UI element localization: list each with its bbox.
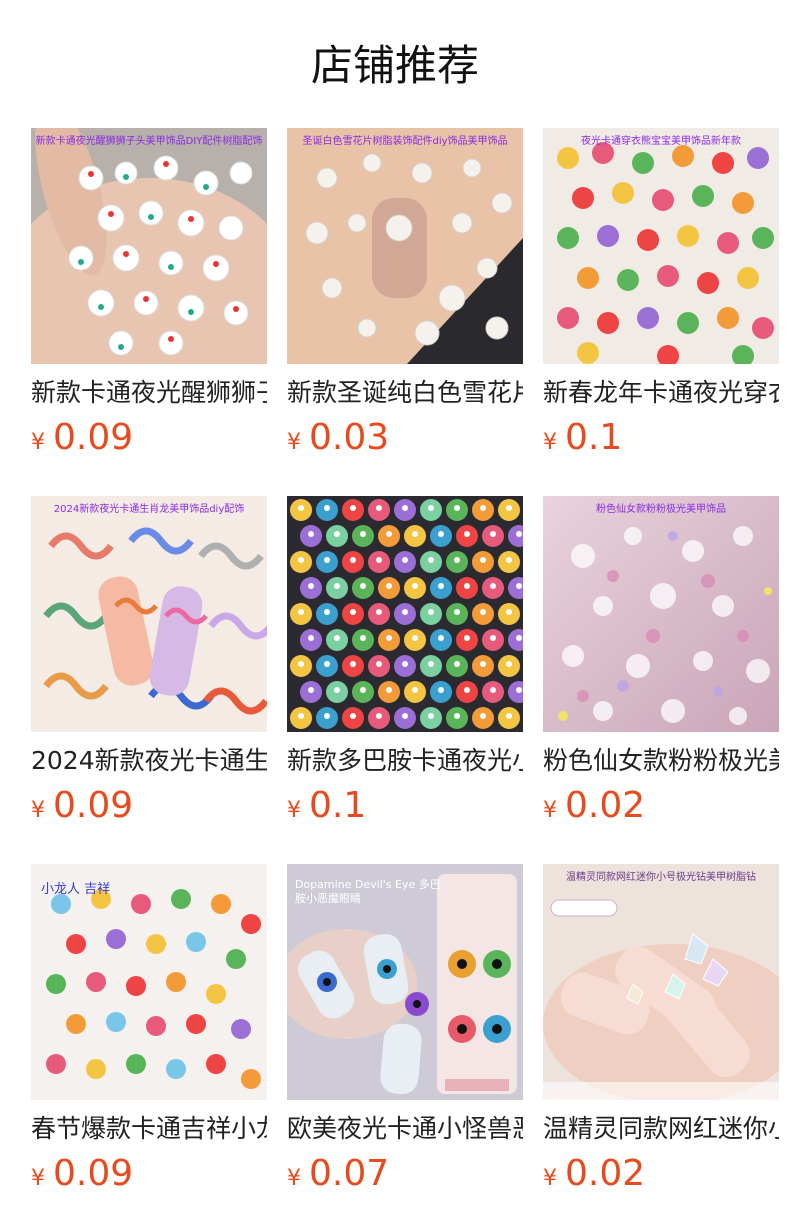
currency-symbol: ¥ (543, 798, 557, 823)
product-name[interactable]: 新春龙年卡通夜光穿衣熊宝宝美甲饰品 (543, 376, 779, 410)
product-card[interactable]: 温精灵同款网红迷你小号极光钻美甲树脂钻 温精灵同款网红迷你小号极光钻美甲 ¥ 0… (543, 864, 779, 1232)
product-card[interactable]: 2024新款夜光卡通生肖龙美甲饰品diy配饰 2024新款夜光卡通生肖龙美甲饰品… (31, 496, 267, 864)
image-caption: 夜光卡通穿衣熊宝宝美甲饰品新年款 (581, 136, 741, 147)
product-price: ¥ 0.09 (31, 784, 267, 833)
product-price: ¥ 0.03 (287, 416, 523, 465)
product-card[interactable]: 新款卡通夜光醒狮狮子头美甲饰品DIY配件树脂配饰 新款卡通夜光醒狮狮子头美甲饰品… (31, 128, 267, 496)
product-image[interactable]: 小龙人 吉祥 (31, 864, 267, 1100)
currency-symbol: ¥ (543, 430, 557, 455)
product-card[interactable]: Dopamine Devil's Eye 多巴胺小恶魔眼睛 欧美夜光卡通小怪兽恶… (287, 864, 523, 1232)
currency-symbol: ¥ (543, 1166, 557, 1191)
currency-symbol: ¥ (31, 1166, 45, 1191)
product-name[interactable]: 欧美夜光卡通小怪兽恶魔眼睛美甲饰品 (287, 1112, 523, 1146)
product-image[interactable]: Dopamine Devil's Eye 多巴胺小恶魔眼睛 (287, 864, 523, 1100)
price-value: 0.02 (565, 1153, 646, 1194)
image-caption: 圣诞白色雪花片树脂装饰配件diy饰品美甲饰品 (302, 136, 508, 147)
product-image[interactable]: 温精灵同款网红迷你小号极光钻美甲树脂钻 (543, 864, 779, 1100)
product-image[interactable]: 圣诞白色雪花片树脂装饰配件diy饰品美甲饰品 (287, 128, 523, 364)
product-card[interactable]: 小龙人 吉祥 春节爆款卡通吉祥小龙人美甲饰品 ¥ 0.09 (31, 864, 267, 1232)
product-name[interactable]: 新款多巴胺卡通夜光小怪兽美甲饰品 (287, 744, 523, 778)
product-card[interactable]: 夜光卡通穿衣熊宝宝美甲饰品新年款 新春龙年卡通夜光穿衣熊宝宝美甲饰品 ¥ 0.1 (543, 128, 779, 496)
price-value: 0.03 (309, 417, 390, 458)
shop-recommendation-page: 店铺推荐 新款卡通夜光醒狮狮子头美甲饰品DIY配件树脂配饰 新款卡通夜光醒狮狮 … (0, 0, 790, 1232)
currency-symbol: ¥ (287, 1166, 301, 1191)
product-name[interactable]: 粉色仙女款粉粉极光美甲饰品 (543, 744, 779, 778)
product-name[interactable]: 2024新款夜光卡通生肖龙美甲饰品 (31, 744, 267, 778)
product-price: ¥ 0.09 (31, 416, 267, 465)
product-card[interactable]: 粉色仙女款粉粉极光美甲饰品 粉色仙女款粉粉极光美甲饰品 ¥ 0.02 (543, 496, 779, 864)
image-caption: Dopamine Devil's Eye 多巴胺小恶魔眼睛 (295, 878, 441, 905)
product-price: ¥ 0.1 (543, 416, 779, 465)
image-caption: 小龙人 吉祥 (41, 882, 111, 897)
page-title: 店铺推荐 (310, 41, 479, 90)
price-value: 0.1 (309, 785, 367, 826)
product-card[interactable]: 新款多巴胺卡通夜光小怪兽美甲饰品 ¥ 0.1 (287, 496, 523, 864)
currency-symbol: ¥ (31, 798, 45, 823)
price-value: 0.09 (53, 417, 134, 458)
product-image[interactable]: 夜光卡通穿衣熊宝宝美甲饰品新年款 (543, 128, 779, 364)
product-card[interactable]: 圣诞白色雪花片树脂装饰配件diy饰品美甲饰品 新款圣诞纯白色雪花片树脂美甲饰品 … (287, 128, 523, 496)
image-caption: 粉色仙女款粉粉极光美甲饰品 (596, 504, 726, 515)
product-image[interactable]: 2024新款夜光卡通生肖龙美甲饰品diy配饰 (31, 496, 267, 732)
price-value: 0.09 (53, 785, 134, 826)
product-name[interactable]: 春节爆款卡通吉祥小龙人美甲饰品 (31, 1112, 267, 1146)
price-value: 0.02 (565, 785, 646, 826)
currency-symbol: ¥ (287, 798, 301, 823)
price-value: 0.1 (565, 417, 623, 458)
product-name[interactable]: 新款卡通夜光醒狮狮子头美甲饰品 (31, 376, 267, 410)
product-price: ¥ 0.02 (543, 784, 779, 833)
image-caption: 新款卡通夜光醒狮狮子头美甲饰品DIY配件树脂配饰 (35, 136, 263, 147)
product-grid: 新款卡通夜光醒狮狮子头美甲饰品DIY配件树脂配饰 新款卡通夜光醒狮狮子头美甲饰品… (31, 128, 779, 1232)
image-caption: 2024新款夜光卡通生肖龙美甲饰品diy配饰 (53, 504, 245, 515)
product-price: ¥ 0.02 (543, 1152, 779, 1201)
product-name[interactable]: 温精灵同款网红迷你小号极光钻美甲 (543, 1112, 779, 1146)
currency-symbol: ¥ (31, 430, 45, 455)
price-value: 0.09 (53, 1153, 134, 1194)
product-image[interactable] (287, 496, 523, 732)
product-price: ¥ 0.09 (31, 1152, 267, 1201)
product-name[interactable]: 新款圣诞纯白色雪花片树脂美甲饰品 (287, 376, 523, 410)
price-value: 0.07 (309, 1153, 390, 1194)
image-caption: 温精灵同款网红迷你小号极光钻美甲树脂钻 (566, 872, 756, 883)
product-price: ¥ 0.1 (287, 784, 523, 833)
product-image[interactable]: 粉色仙女款粉粉极光美甲饰品 (543, 496, 779, 732)
product-price: ¥ 0.07 (287, 1152, 523, 1201)
product-image[interactable]: 新款卡通夜光醒狮狮子头美甲饰品DIY配件树脂配饰 (31, 128, 267, 364)
currency-symbol: ¥ (287, 430, 301, 455)
